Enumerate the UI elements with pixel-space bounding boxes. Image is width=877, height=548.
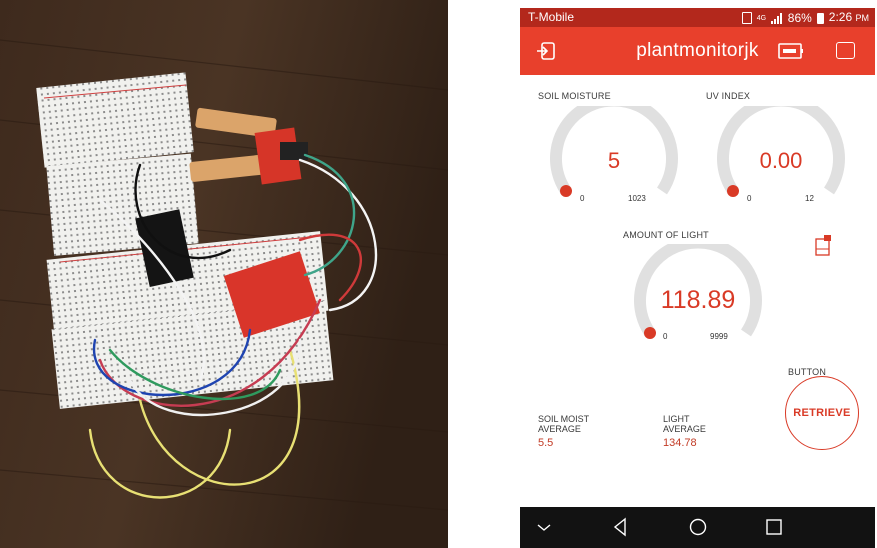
light-indicator <box>644 327 656 339</box>
light-average-value: 134.78 <box>663 437 697 449</box>
uv-index-min: 0 <box>747 194 752 203</box>
nav-home-icon[interactable] <box>688 517 708 537</box>
status-bar: T-Mobile 4G 86% 2:26 PM <box>520 8 875 27</box>
network-type-icon: 4G <box>756 14 767 22</box>
uv-index-indicator <box>727 185 739 197</box>
nav-down-icon[interactable] <box>536 517 552 537</box>
light-max: 9999 <box>710 332 728 341</box>
soil-moisture-max: 1023 <box>628 194 646 203</box>
status-indicators: 4G 86% 2:26 PM <box>741 8 869 28</box>
phone-screen: T-Mobile 4G 86% 2:26 PM plantmonitorjk S… <box>520 8 875 548</box>
device-icon[interactable] <box>778 41 804 61</box>
light-average-label: LIGHT AVERAGE <box>663 414 706 434</box>
carrier-label: T-Mobile <box>528 10 575 24</box>
vibrate-icon <box>741 12 752 24</box>
soil-moisture-value: 5 <box>607 148 621 173</box>
app-bar: plantmonitorjk <box>520 27 875 75</box>
light-value: 118.89 <box>660 286 736 314</box>
square-icon[interactable] <box>836 42 855 59</box>
uv-index-value: 0.00 <box>759 148 803 173</box>
notification-icon[interactable] <box>815 234 833 256</box>
uv-index-max: 12 <box>805 194 814 203</box>
navigation-bar <box>520 507 875 548</box>
signal-icon <box>770 12 783 24</box>
circuit-photo <box>0 0 448 548</box>
battery-percent: 86% <box>787 10 812 25</box>
soil-moisture-label: SOIL MOISTURE <box>538 91 611 101</box>
light-label: AMOUNT OF LIGHT <box>623 230 709 240</box>
breadboard-top <box>36 72 194 168</box>
soil-average-label: SOIL MOIST AVERAGE <box>538 414 590 434</box>
retrieve-button[interactable]: RETRIEVE <box>785 376 859 450</box>
battery-icon <box>816 12 824 24</box>
soil-moisture-indicator <box>560 185 572 197</box>
light-min: 0 <box>663 332 668 341</box>
nav-recent-icon[interactable] <box>765 517 783 537</box>
nav-back-icon[interactable] <box>612 517 628 537</box>
soil-moisture-min: 0 <box>580 194 585 203</box>
soil-average-value: 5.5 <box>538 437 554 449</box>
clock: 2:26 PM <box>828 10 869 24</box>
uv-index-label: UV INDEX <box>706 91 751 101</box>
app-title: plantmonitorjk <box>636 40 759 61</box>
